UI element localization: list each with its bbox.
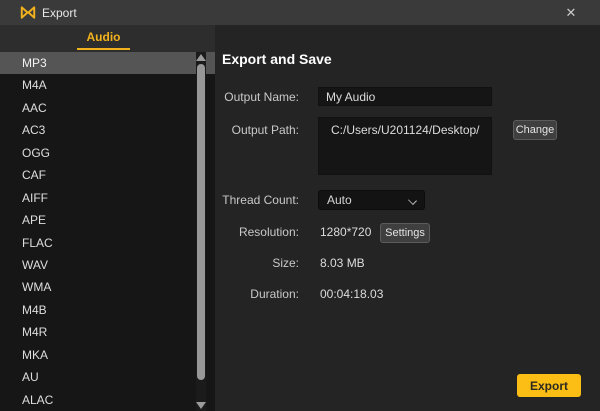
format-item-mka[interactable]: MKA bbox=[0, 344, 215, 366]
export-button[interactable]: Export bbox=[517, 374, 581, 397]
page-title: Export and Save bbox=[222, 51, 332, 67]
tab-strip: Audio bbox=[0, 25, 215, 52]
scrollbar[interactable] bbox=[196, 52, 206, 411]
tab-active-underline bbox=[77, 48, 130, 50]
resolution-label: Resolution: bbox=[215, 225, 299, 239]
format-item-alac[interactable]: ALAC bbox=[0, 389, 215, 411]
duration-label: Duration: bbox=[215, 287, 299, 301]
main-panel: Export and Save Output Name: Output Path… bbox=[215, 25, 600, 411]
format-item-m4a[interactable]: M4A bbox=[0, 74, 215, 96]
format-item-aac[interactable]: AAC bbox=[0, 97, 215, 119]
output-name-label: Output Name: bbox=[215, 90, 299, 104]
export-dialog: Export ✕ Audio MP3M4AAACAC3OGGCAFAIFFAPE… bbox=[0, 0, 600, 411]
format-item-m4r[interactable]: M4R bbox=[0, 321, 215, 343]
resolution-value: 1280*720 bbox=[320, 225, 371, 239]
format-item-mp3[interactable]: MP3 bbox=[0, 52, 215, 74]
close-icon[interactable]: ✕ bbox=[558, 0, 584, 25]
scroll-down-icon[interactable] bbox=[196, 402, 206, 409]
format-item-m4b[interactable]: M4B bbox=[0, 299, 215, 321]
title-bar: Export ✕ bbox=[0, 0, 600, 25]
format-list: MP3M4AAACAC3OGGCAFAIFFAPEFLACWAVWMAM4BM4… bbox=[0, 52, 215, 411]
thread-count-label: Thread Count: bbox=[215, 193, 299, 207]
tab-audio[interactable]: Audio bbox=[77, 25, 130, 52]
tab-audio-label: Audio bbox=[87, 30, 121, 44]
change-button[interactable]: Change bbox=[513, 120, 557, 140]
format-item-ape[interactable]: APE bbox=[0, 209, 215, 231]
output-path-box[interactable]: C:/Users/U201124/Desktop/ bbox=[318, 117, 492, 175]
format-item-wav[interactable]: WAV bbox=[0, 254, 215, 276]
scrollbar-thumb[interactable] bbox=[197, 64, 205, 380]
format-item-flac[interactable]: FLAC bbox=[0, 232, 215, 254]
window-title: Export bbox=[42, 6, 77, 20]
app-logo-icon bbox=[20, 5, 36, 20]
chevron-down-icon bbox=[408, 196, 417, 205]
format-item-ogg[interactable]: OGG bbox=[0, 142, 215, 164]
sidebar: Audio MP3M4AAACAC3OGGCAFAIFFAPEFLACWAVWM… bbox=[0, 25, 215, 411]
output-name-input[interactable] bbox=[318, 87, 492, 106]
format-item-aiff[interactable]: AIFF bbox=[0, 187, 215, 209]
format-item-wma[interactable]: WMA bbox=[0, 276, 215, 298]
thread-count-value: Auto bbox=[327, 193, 352, 207]
size-label: Size: bbox=[215, 256, 299, 270]
settings-button[interactable]: Settings bbox=[380, 223, 430, 243]
scroll-up-icon[interactable] bbox=[196, 54, 206, 61]
format-item-ac3[interactable]: AC3 bbox=[0, 119, 215, 141]
thread-count-select[interactable]: Auto bbox=[318, 190, 425, 210]
format-item-caf[interactable]: CAF bbox=[0, 164, 215, 186]
format-item-au[interactable]: AU bbox=[0, 366, 215, 388]
duration-value: 00:04:18.03 bbox=[320, 287, 383, 301]
output-path-label: Output Path: bbox=[215, 123, 299, 137]
size-value: 8.03 MB bbox=[320, 256, 365, 270]
